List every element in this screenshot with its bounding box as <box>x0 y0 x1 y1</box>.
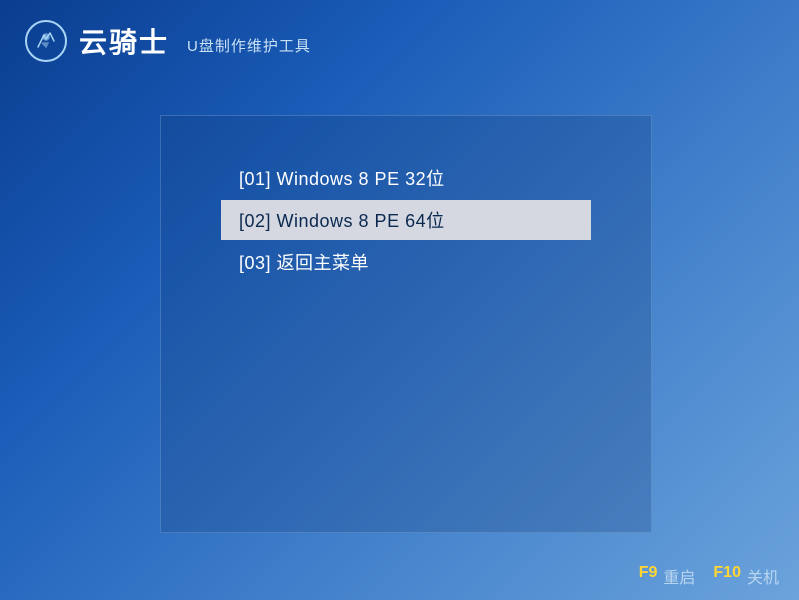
restart-label: 重启 <box>663 564 695 588</box>
shutdown-key: F10 <box>713 564 741 588</box>
brand-logo-icon <box>25 20 67 62</box>
menu-item-win8pe-64[interactable]: [02] Windows 8 PE 64位 <box>221 200 591 240</box>
restart-key: F9 <box>639 564 658 588</box>
shutdown-label: 关机 <box>747 564 779 588</box>
header: 云骑士 U盘制作维护工具 <box>0 0 799 82</box>
menu-item-return[interactable]: [03] 返回主菜单 <box>221 242 591 282</box>
brand-name: 云骑士 <box>79 21 169 61</box>
subtitle: U盘制作维护工具 <box>187 35 311 56</box>
restart-hint: F9 重启 <box>639 564 696 588</box>
boot-menu: [01] Windows 8 PE 32位 [02] Windows 8 PE … <box>160 115 652 533</box>
shutdown-hint: F10 关机 <box>713 564 779 588</box>
footer: F9 重启 F10 关机 <box>639 564 779 588</box>
menu-item-win8pe-32[interactable]: [01] Windows 8 PE 32位 <box>221 158 591 198</box>
